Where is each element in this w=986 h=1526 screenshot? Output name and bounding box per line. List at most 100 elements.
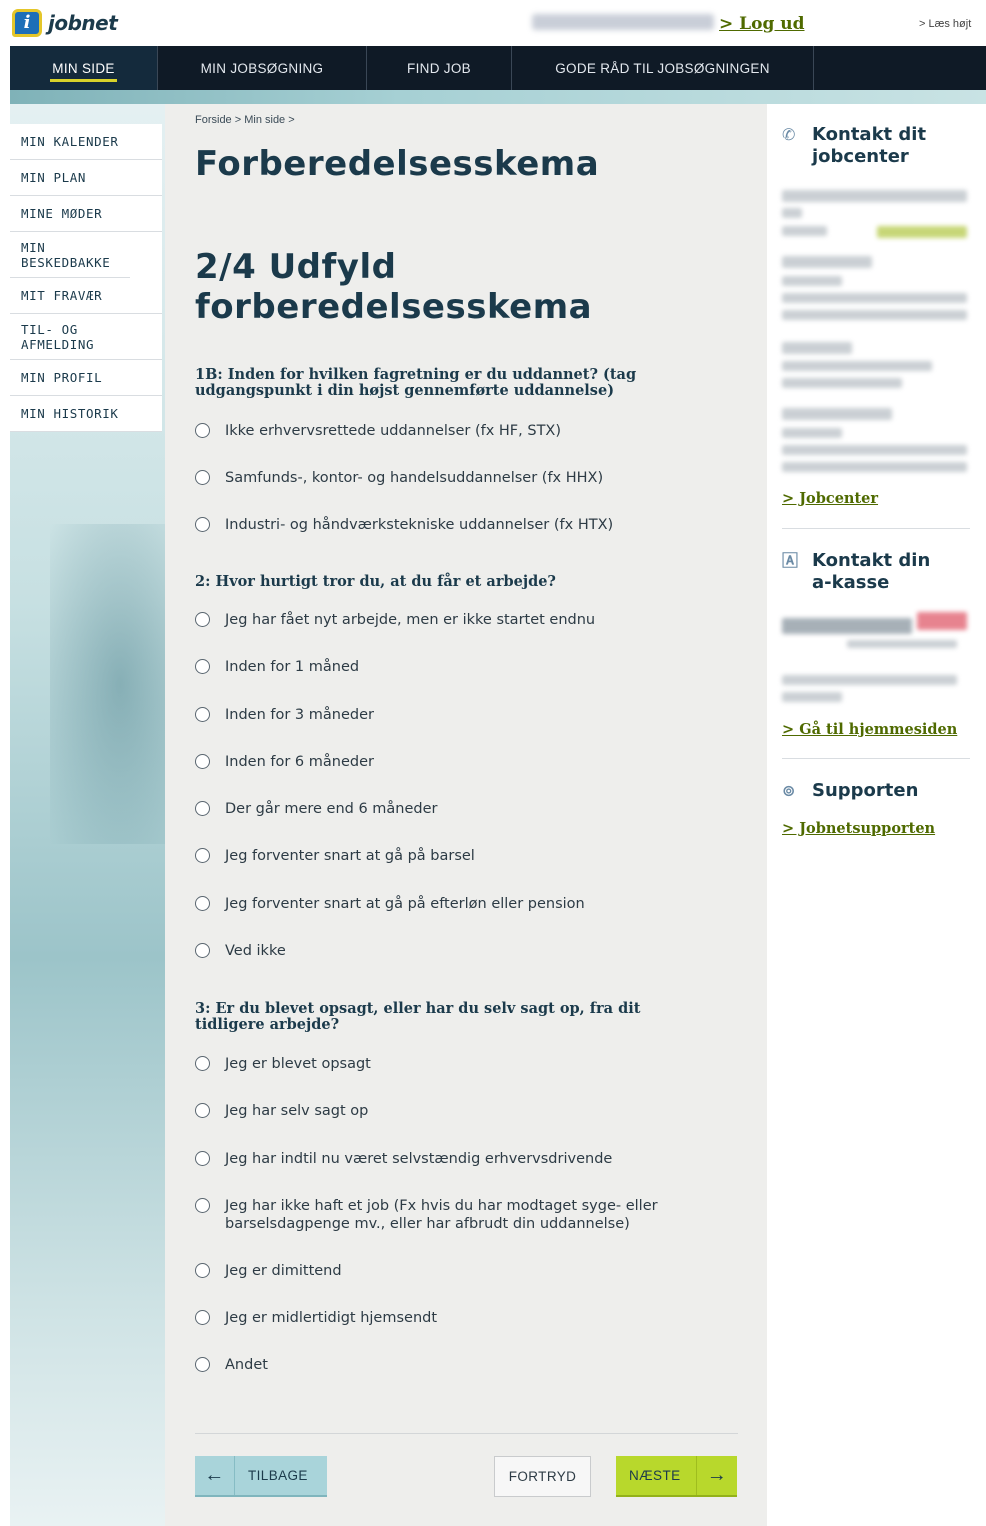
read-aloud-link[interactable]: > Læs højt bbox=[919, 18, 971, 30]
redacted-text bbox=[782, 378, 902, 388]
next-button-label: NÆSTE bbox=[629, 1468, 681, 1483]
radio-button[interactable] bbox=[195, 1263, 210, 1278]
option-label: Inden for 3 måneder bbox=[225, 707, 374, 723]
option-q3-4[interactable]: Jeg har ikke haft et job (Fx hvis du har… bbox=[195, 1197, 735, 1233]
redacted-text bbox=[782, 692, 842, 702]
radio-button[interactable] bbox=[195, 517, 210, 532]
option-label: Jeg er blevet opsagt bbox=[225, 1056, 371, 1072]
option-label: Samfunds-, kontor- og handelsuddannelser… bbox=[225, 470, 604, 486]
redacted-text bbox=[782, 675, 957, 685]
radio-button[interactable] bbox=[195, 848, 210, 863]
option-q2-5[interactable]: Der går mere end 6 måneder bbox=[195, 800, 735, 818]
akasse-logo-redacted bbox=[917, 612, 967, 630]
arrow-right-icon: → bbox=[696, 1456, 737, 1495]
nav-find-job[interactable]: FIND JOB bbox=[367, 46, 512, 90]
radio-button[interactable] bbox=[195, 943, 210, 958]
akasse-logo-redacted bbox=[782, 618, 912, 634]
redacted-text bbox=[782, 462, 967, 472]
option-q2-1[interactable]: Jeg har fået nyt arbejde, men er ikke st… bbox=[195, 611, 735, 629]
cancel-button[interactable]: FORTRYD bbox=[494, 1456, 591, 1497]
option-label: Jeg forventer snart at gå på barsel bbox=[225, 848, 475, 864]
jobnet-logo[interactable]: i jobnet bbox=[12, 9, 118, 37]
jobcenter-link[interactable]: > Jobcenter bbox=[782, 490, 878, 507]
radio-button[interactable] bbox=[195, 1103, 210, 1118]
main-content: Forside > Min side > Forberedelsesskema … bbox=[165, 104, 767, 1526]
next-button[interactable]: NÆSTE → bbox=[616, 1456, 737, 1497]
radio-button[interactable] bbox=[195, 1056, 210, 1071]
redacted-text bbox=[782, 190, 967, 202]
nav-accent-strip bbox=[10, 90, 986, 104]
step-title: 2/4 Udfyld forberedelsesskema bbox=[195, 247, 593, 327]
page-title: Forberedelsesskema bbox=[195, 144, 600, 184]
sidebar-item-til-og-afmelding[interactable]: TIL- OG AFMELDING bbox=[10, 314, 162, 360]
user-name-redacted bbox=[532, 14, 714, 30]
sidebar-item-min-kalender[interactable]: MIN KALENDER bbox=[10, 124, 162, 160]
question-3-label: 3: Er du blevet opsagt, eller har du sel… bbox=[195, 1000, 641, 1033]
sidebar-item-min-plan[interactable]: MIN PLAN bbox=[10, 160, 162, 196]
radio-button[interactable] bbox=[195, 1357, 210, 1372]
back-button[interactable]: ← TILBAGE bbox=[195, 1456, 327, 1497]
radio-button[interactable] bbox=[195, 470, 210, 485]
option-label: Jeg forventer snart at gå på efterløn el… bbox=[225, 896, 585, 912]
option-label: Der går mere end 6 måneder bbox=[225, 801, 438, 817]
radio-button[interactable] bbox=[195, 1151, 210, 1166]
redacted-text bbox=[782, 310, 967, 320]
option-q3-1[interactable]: Jeg er blevet opsagt bbox=[195, 1055, 735, 1073]
option-q3-5[interactable]: Jeg er dimittend bbox=[195, 1262, 735, 1280]
option-q2-2[interactable]: Inden for 1 måned bbox=[195, 658, 735, 676]
radio-button[interactable] bbox=[195, 896, 210, 911]
sidebar-item-mine-moeder[interactable]: MINE MØDER bbox=[10, 196, 162, 232]
radio-button[interactable] bbox=[195, 1198, 210, 1213]
option-q2-7[interactable]: Jeg forventer snart at gå på efterløn el… bbox=[195, 895, 735, 913]
option-q2-3[interactable]: Inden for 3 måneder bbox=[195, 706, 735, 724]
logout-link[interactable]: > Log ud bbox=[719, 14, 805, 34]
option-q2-6[interactable]: Jeg forventer snart at gå på barsel bbox=[195, 847, 735, 865]
option-q2-8[interactable]: Ved ikke bbox=[195, 942, 735, 960]
redacted-text bbox=[782, 226, 827, 236]
sidebar-item-min-profil[interactable]: MIN PROFIL bbox=[10, 360, 162, 396]
lifebuoy-icon: ⊚ bbox=[782, 781, 796, 800]
nav-gode-raad[interactable]: GODE RÅD TIL JOBSØGNINGEN bbox=[512, 46, 814, 90]
logo-text: jobnet bbox=[48, 11, 118, 35]
akasse-homepage-link[interactable]: > Gå til hjemmesiden bbox=[782, 721, 957, 738]
radio-button[interactable] bbox=[195, 754, 210, 769]
radio-button[interactable] bbox=[195, 707, 210, 722]
option-label: Jeg er dimittend bbox=[225, 1263, 342, 1279]
option-q1-2[interactable]: Samfunds-, kontor- og handelsuddannelser… bbox=[195, 469, 735, 487]
redacted-phone bbox=[877, 226, 967, 238]
option-q3-7[interactable]: Andet bbox=[195, 1356, 735, 1374]
redacted-text bbox=[782, 293, 967, 303]
support-heading: ⊚ Supporten bbox=[782, 780, 918, 802]
sidebar-item-mit-fravaer[interactable]: MIT FRAVÆR bbox=[10, 278, 162, 314]
nav-min-side[interactable]: MIN SIDE bbox=[10, 46, 158, 90]
option-q3-6[interactable]: Jeg er midlertidigt hjemsendt bbox=[195, 1309, 735, 1327]
option-label: Jeg har selv sagt op bbox=[225, 1103, 369, 1119]
nav-min-jobsoegning[interactable]: MIN JOBSØGNING bbox=[158, 46, 367, 90]
option-q3-2[interactable]: Jeg har selv sagt op bbox=[195, 1102, 735, 1120]
radio-button[interactable] bbox=[195, 423, 210, 438]
jobcenter-heading: ✆ Kontakt dit jobcenter bbox=[782, 124, 942, 168]
sidebar-item-min-beskedbakke[interactable]: MIN BESKEDBAKKE bbox=[10, 232, 130, 278]
jobnetsupport-link[interactable]: > Jobnetsupporten bbox=[782, 820, 935, 837]
sidebar-item-min-historik[interactable]: MIN HISTORIK bbox=[10, 396, 162, 432]
main-nav: MIN SIDE MIN JOBSØGNING FIND JOB GODE RÅ… bbox=[10, 46, 986, 90]
right-sidebar: ✆ Kontakt dit jobcenter > Jobcenter 🄰 Ko… bbox=[767, 104, 986, 1526]
breadcrumb[interactable]: Forside > Min side > bbox=[195, 114, 295, 126]
option-label: Jeg er midlertidigt hjemsendt bbox=[225, 1310, 438, 1326]
option-q1-1[interactable]: Ikke erhvervsrettede uddannelser (fx HF,… bbox=[195, 422, 735, 440]
redacted-text bbox=[782, 342, 852, 354]
radio-button[interactable] bbox=[195, 612, 210, 627]
question-2-label: 2: Hvor hurtigt tror du, at du får et ar… bbox=[195, 573, 556, 590]
back-button-label: TILBAGE bbox=[248, 1468, 308, 1483]
redacted-text bbox=[782, 408, 892, 420]
option-q1-3[interactable]: Industri- og håndværkstekniske uddannels… bbox=[195, 516, 735, 534]
option-label: Andet bbox=[225, 1357, 268, 1373]
akasse-heading-text: Kontakt din a-kasse bbox=[812, 550, 931, 593]
option-q2-4[interactable]: Inden for 6 måneder bbox=[195, 753, 735, 771]
logo-icon: i bbox=[12, 9, 42, 37]
option-q3-3[interactable]: Jeg har indtil nu været selvstændig erhv… bbox=[195, 1150, 735, 1168]
redacted-text bbox=[782, 256, 872, 268]
radio-button[interactable] bbox=[195, 659, 210, 674]
radio-button[interactable] bbox=[195, 801, 210, 816]
radio-button[interactable] bbox=[195, 1310, 210, 1325]
